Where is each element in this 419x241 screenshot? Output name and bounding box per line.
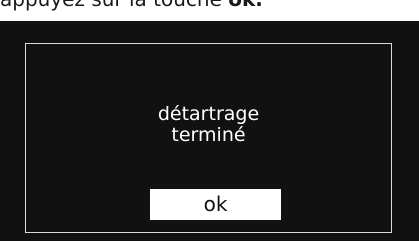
status-message: détartrage terminé	[26, 104, 391, 146]
device-display: détartrage terminé ok	[0, 21, 419, 241]
status-message-line-1: détartrage	[157, 103, 260, 125]
ok-button[interactable]: ok	[150, 189, 281, 220]
instruction-label: appuyez sur la touche	[0, 0, 228, 11]
dialog-frame: détartrage terminé ok	[25, 43, 392, 233]
status-message-line-2: terminé	[171, 124, 246, 146]
instruction-key: ok.	[228, 0, 263, 11]
instruction-text: appuyez sur la touche ok.	[0, 0, 419, 11]
